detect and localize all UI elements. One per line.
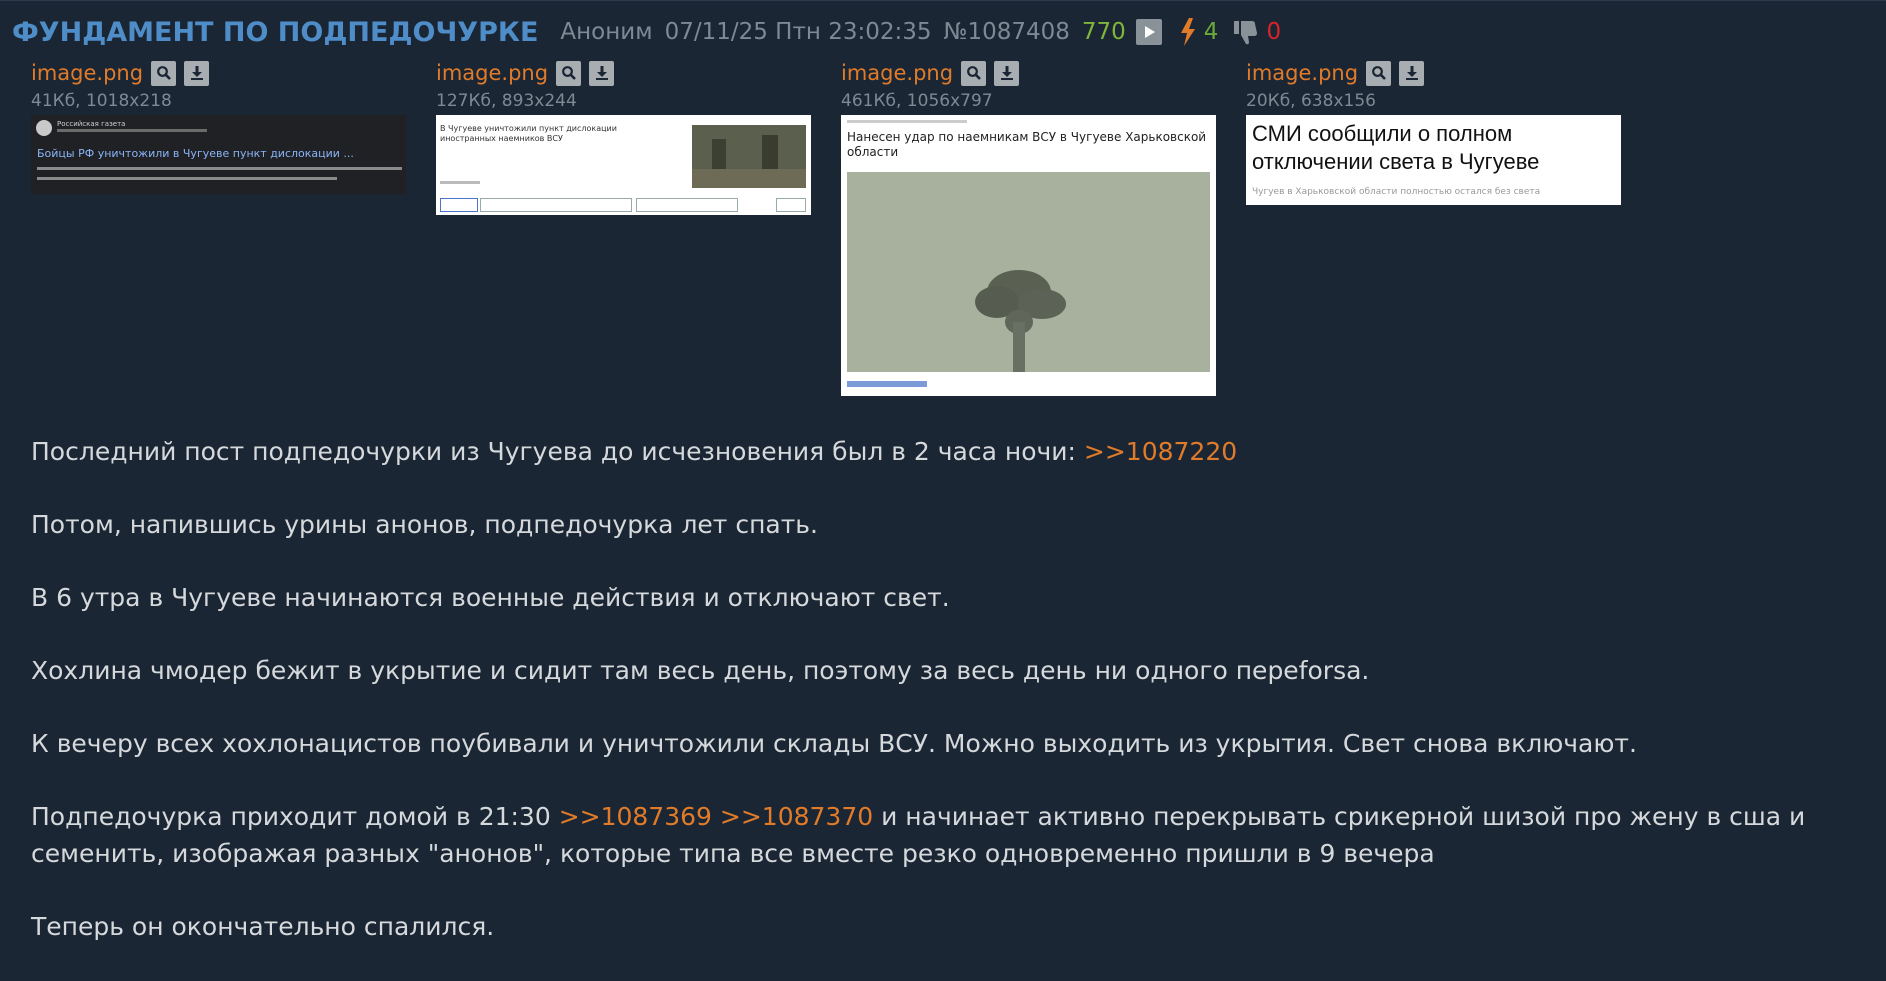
thumb-tag — [776, 198, 806, 212]
post-datetime: 07/11/25 Птн 23:02:35 — [664, 19, 932, 45]
download-icon[interactable] — [184, 60, 210, 86]
dislike-icon[interactable] — [1234, 19, 1258, 45]
file-attachment-4: image.png 20Кб, 638x156 СМИ сообщили о п… — [1246, 59, 1621, 205]
thumb-snippet-line — [37, 167, 402, 170]
search-icon[interactable] — [151, 60, 177, 86]
thumb-headline: СМИ сообщили о полном отключении света в… — [1252, 121, 1540, 174]
thumb-headline: Бойцы РФ уничтожили в Чугуеве пункт дисл… — [37, 147, 354, 160]
search-icon[interactable] — [1366, 60, 1392, 86]
download-icon[interactable] — [589, 60, 615, 86]
like-count: 4 — [1203, 19, 1219, 45]
thumb-tag — [480, 198, 632, 212]
post-paragraph: Подпедочурка приходит домой в 21:30 >>10… — [31, 798, 1876, 872]
file-attachment-3: image.png 461Кб, 1056x797 Нанесен удар п… — [841, 59, 1216, 396]
post-paragraph: Теперь он окончательно спалился. — [31, 912, 495, 941]
thumb-date-line — [440, 181, 480, 184]
thumb-tag — [636, 198, 738, 212]
play-icon[interactable] — [1135, 19, 1162, 45]
post-subject: ФУНДАМЕНТ ПО ПОДПЕДОЧУРКЕ — [12, 16, 539, 48]
thumb-snippet-line — [37, 177, 337, 180]
post-number[interactable]: №1087408 — [944, 19, 1070, 45]
thumb-date-line — [847, 120, 967, 123]
thumb-photo — [692, 125, 806, 188]
file-name-link[interactable]: image.png — [1246, 61, 1358, 85]
search-icon[interactable] — [961, 60, 987, 86]
post-header: ФУНДАМЕНТ ПО ПОДПЕДОЧУРКЕ Аноним 07/11/2… — [12, 14, 1281, 50]
file-info: 41Кб, 1018x218 — [31, 91, 172, 111]
reply-link[interactable]: >>1087370 — [720, 802, 873, 831]
reply-link[interactable]: >>1087369 — [559, 802, 712, 831]
file-attachment-1: image.png 41Кб, 1018x218 Российская газе… — [31, 59, 406, 194]
file-thumbnail[interactable]: Российская газета Бойцы РФ уничтожили в … — [31, 115, 406, 194]
file-name-link[interactable]: image.png — [31, 61, 143, 85]
post-paragraph: В 6 утра в Чугуеве начинаются военные де… — [31, 583, 950, 612]
post-paragraph: Последний пост подпедочурки из Чугуева д… — [31, 433, 1876, 470]
post-body: Последний пост подпедочурки из Чугуева д… — [31, 433, 1876, 981]
views-count: 770 — [1081, 19, 1126, 45]
file-thumbnail[interactable]: Нанесен удар по наемникам ВСУ в Чугуеве … — [841, 115, 1216, 396]
like-bolt-icon[interactable] — [1180, 18, 1196, 46]
reply-link[interactable]: >>1087220 — [1084, 437, 1237, 466]
post-author: Аноним — [560, 19, 653, 45]
dislike-count: 0 — [1266, 19, 1282, 45]
thumb-url-line — [57, 129, 207, 132]
file-thumbnail[interactable]: СМИ сообщили о полном отключении света в… — [1246, 115, 1621, 205]
post: ФУНДАМЕНТ ПО ПОДПЕДОЧУРКЕ Аноним 07/11/2… — [0, 0, 1886, 960]
paragraph-text: Подпедочурка приходит домой в 21:30 — [31, 802, 559, 831]
file-thumbnail[interactable]: В Чугуеве уничтожили пункт дислокации ин… — [436, 115, 811, 215]
file-info: 20Кб, 638x156 — [1246, 91, 1376, 111]
paragraph-text: Последний пост подпедочурки из Чугуева д… — [31, 437, 1084, 466]
download-icon[interactable] — [1399, 60, 1425, 86]
thumb-photo-smoke — [847, 172, 1210, 372]
source-logo — [36, 120, 52, 136]
post-paragraph: Хохлина чмодер бежит в укрытие и сидит т… — [31, 656, 1370, 685]
file-info: 461Кб, 1056x797 — [841, 91, 993, 111]
file-name-link[interactable]: image.png — [841, 61, 953, 85]
download-icon[interactable] — [994, 60, 1020, 86]
thumb-tag — [440, 198, 478, 212]
thumb-headline: В Чугуеве уничтожили пункт дислокации ин… — [440, 124, 617, 143]
thumb-subheadline: Чугуев в Харьковской области полностью о… — [1252, 187, 1541, 197]
post-paragraph: К вечеру всех хохлонацистов поубивали и … — [31, 729, 1637, 758]
thumb-footer-link — [847, 381, 927, 387]
post-paragraph: Потом, напившись урины анонов, подпедочу… — [31, 510, 818, 539]
thumb-source: Российская газета — [57, 120, 126, 128]
file-attachment-2: image.png 127Кб, 893x244 В Чугуеве уничт… — [436, 59, 811, 215]
file-info: 127Кб, 893x244 — [436, 91, 577, 111]
search-icon[interactable] — [556, 60, 582, 86]
thumb-headline: Нанесен удар по наемникам ВСУ в Чугуеве … — [847, 130, 1207, 159]
file-name-link[interactable]: image.png — [436, 61, 548, 85]
